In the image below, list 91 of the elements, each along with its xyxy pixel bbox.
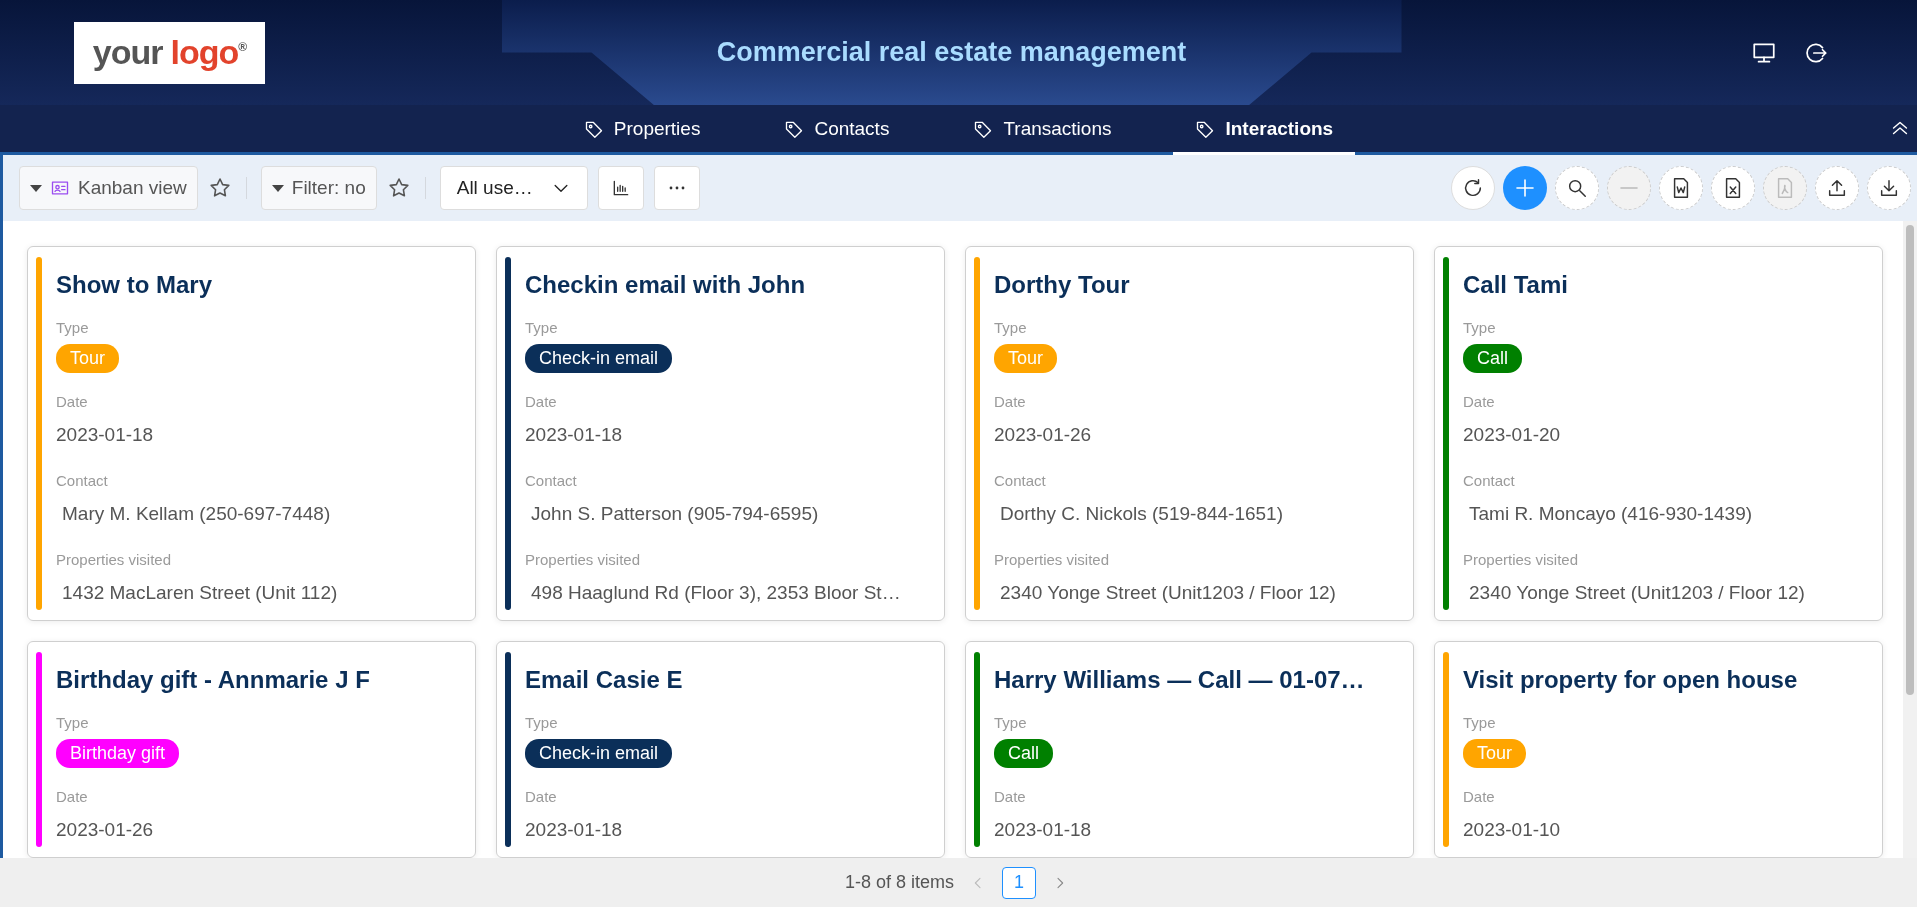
type-tag: Tour bbox=[56, 344, 119, 373]
logo: your logo® bbox=[74, 21, 265, 84]
interaction-card[interactable]: Checkin email with John Type Check-in email Date 2023-01-18 Contact John S. Patterson (905-794-6595) Properties visited 498 Haaglund Rd (Floor 3), 2353 Bloor St… bbox=[496, 246, 945, 621]
field-value: Tami R. Moncayo (416-930-1439) bbox=[1468, 502, 1754, 526]
app-title: Commercial real estate management bbox=[716, 36, 1187, 68]
more-icon bbox=[667, 186, 686, 190]
star-icon bbox=[207, 176, 232, 200]
field-label: Date bbox=[56, 393, 89, 410]
download-icon bbox=[1878, 177, 1900, 199]
nav-tab[interactable]: Properties bbox=[561, 105, 723, 155]
field-label: Type bbox=[525, 714, 559, 731]
scrollbar[interactable] bbox=[1903, 221, 1917, 858]
excel-button[interactable] bbox=[1711, 166, 1755, 210]
interaction-card[interactable]: Show to Mary Type Tour Date 2023-01-18 Contact Mary M. Kellam (250-697-7448) Properties visited 1432 MacLaren Street (Unit 112) bbox=[27, 246, 476, 621]
field-label: Contact bbox=[1463, 472, 1516, 489]
type-tag: Birthday gift bbox=[56, 739, 180, 768]
field-label: Type bbox=[994, 319, 1028, 336]
field-value: 2023-01-18 bbox=[994, 818, 1093, 842]
view-dropdown[interactable]: Kanban view bbox=[19, 166, 198, 210]
type-tag: Check-in email bbox=[525, 344, 673, 373]
field-label: Contact bbox=[56, 472, 109, 489]
field-value: 2023-01-10 bbox=[1463, 818, 1562, 842]
refresh-icon bbox=[1462, 177, 1484, 199]
field-value: 2340 Yonge Street (Unit1203 / Floor 12) bbox=[1468, 581, 1806, 605]
chart-button[interactable] bbox=[597, 166, 644, 210]
field-label: Properties visited bbox=[56, 551, 173, 568]
star-icon bbox=[386, 176, 411, 200]
field-value: John S. Patterson (905-794-6595) bbox=[530, 502, 820, 526]
nav-tab[interactable]: Transactions bbox=[951, 105, 1134, 155]
field-label: Date bbox=[994, 393, 1027, 410]
search-icon bbox=[1566, 177, 1588, 199]
upload-button[interactable] bbox=[1815, 166, 1859, 210]
interaction-card[interactable]: Email Casie E Type Check-in email Date 2023-01-18 bbox=[496, 641, 945, 858]
type-tag: Check-in email bbox=[525, 739, 673, 768]
field-label: Date bbox=[1463, 788, 1496, 805]
field-label: Properties visited bbox=[1463, 551, 1580, 568]
field-label: Contact bbox=[525, 472, 578, 489]
card-title: Birthday gift - Annmarie J F bbox=[56, 666, 371, 694]
field-value: 498 Haaglund Rd (Floor 3), 2353 Bloor St… bbox=[530, 581, 902, 605]
card-title: Harry Williams — Call — 01-07… bbox=[994, 666, 1366, 694]
field-value: 2023-01-18 bbox=[525, 423, 624, 447]
search-button[interactable] bbox=[1555, 166, 1599, 210]
field-label: Date bbox=[994, 788, 1027, 805]
add-button[interactable] bbox=[1503, 166, 1547, 210]
field-label: Type bbox=[525, 319, 559, 336]
minus-icon bbox=[1618, 186, 1640, 190]
users-select[interactable]: All use… bbox=[439, 166, 588, 210]
field-value: 2023-01-18 bbox=[525, 818, 624, 842]
field-label: Type bbox=[56, 714, 90, 731]
card-title: Dorthy Tour bbox=[994, 271, 1131, 299]
interaction-card[interactable]: Call Tami Type Call Date 2023-01-20 Contact Tami R. Moncayo (416-930-1439) Properties visited 2340 Yonge Street (Unit1203 / Floor 12) bbox=[1434, 246, 1883, 621]
type-tag: Tour bbox=[994, 344, 1057, 373]
field-value: 1432 MacLaren Street (Unit 112) bbox=[61, 581, 339, 605]
field-label: Date bbox=[56, 788, 89, 805]
filter-dropdown[interactable]: Filter: no bbox=[260, 166, 377, 210]
type-tag: Call bbox=[1463, 344, 1522, 373]
field-value: Mary M. Kellam (250-697-7448) bbox=[61, 502, 332, 526]
download-button[interactable] bbox=[1867, 166, 1911, 210]
field-value: 2023-01-26 bbox=[994, 423, 1093, 447]
field-label: Type bbox=[1463, 714, 1497, 731]
card-title: Call Tami bbox=[1463, 271, 1569, 299]
caret-icon bbox=[271, 184, 284, 192]
field-label: Properties visited bbox=[994, 551, 1111, 568]
field-value: 2340 Yonge Street (Unit1203 / Floor 12) bbox=[999, 581, 1337, 605]
card-title: Visit property for open house bbox=[1463, 666, 1799, 694]
card-title: Email Casie E bbox=[525, 666, 684, 694]
field-label: Date bbox=[1463, 393, 1496, 410]
field-label: Type bbox=[56, 319, 90, 336]
caret-icon bbox=[30, 184, 42, 192]
field-value: 2023-01-26 bbox=[56, 818, 155, 842]
card-title: Show to Mary bbox=[56, 271, 213, 299]
field-value: 2023-01-20 bbox=[1463, 423, 1562, 447]
field-label: Date bbox=[525, 788, 558, 805]
field-value: 2023-01-18 bbox=[56, 423, 155, 447]
word-button[interactable] bbox=[1659, 166, 1703, 210]
type-tag: Tour bbox=[1463, 739, 1526, 768]
interaction-card[interactable]: Birthday gift - Annmarie J F Type Birthday gift Date 2023-01-26 bbox=[27, 641, 476, 858]
plus-icon bbox=[1513, 176, 1537, 200]
field-value: Dorthy C. Nickols (519-844-1651) bbox=[999, 502, 1284, 526]
refresh-button[interactable] bbox=[1451, 166, 1495, 210]
card-title: Checkin email with John bbox=[525, 271, 807, 299]
field-label: Date bbox=[525, 393, 558, 410]
field-label: Type bbox=[994, 714, 1028, 731]
interaction-card[interactable]: Dorthy Tour Type Tour Date 2023-01-26 Contact Dorthy C. Nickols (519-844-1651) Properties visited 2340 Yonge Street (Unit1203 / Floor 12) bbox=[965, 246, 1414, 621]
field-label: Type bbox=[1463, 319, 1497, 336]
item-count: 1-8 of 8 items bbox=[844, 872, 954, 893]
nav-tab[interactable]: Contacts bbox=[762, 105, 912, 155]
type-tag: Call bbox=[994, 739, 1053, 768]
field-label: Properties visited bbox=[525, 551, 642, 568]
field-label: Contact bbox=[994, 472, 1047, 489]
upload-icon bbox=[1826, 177, 1848, 199]
